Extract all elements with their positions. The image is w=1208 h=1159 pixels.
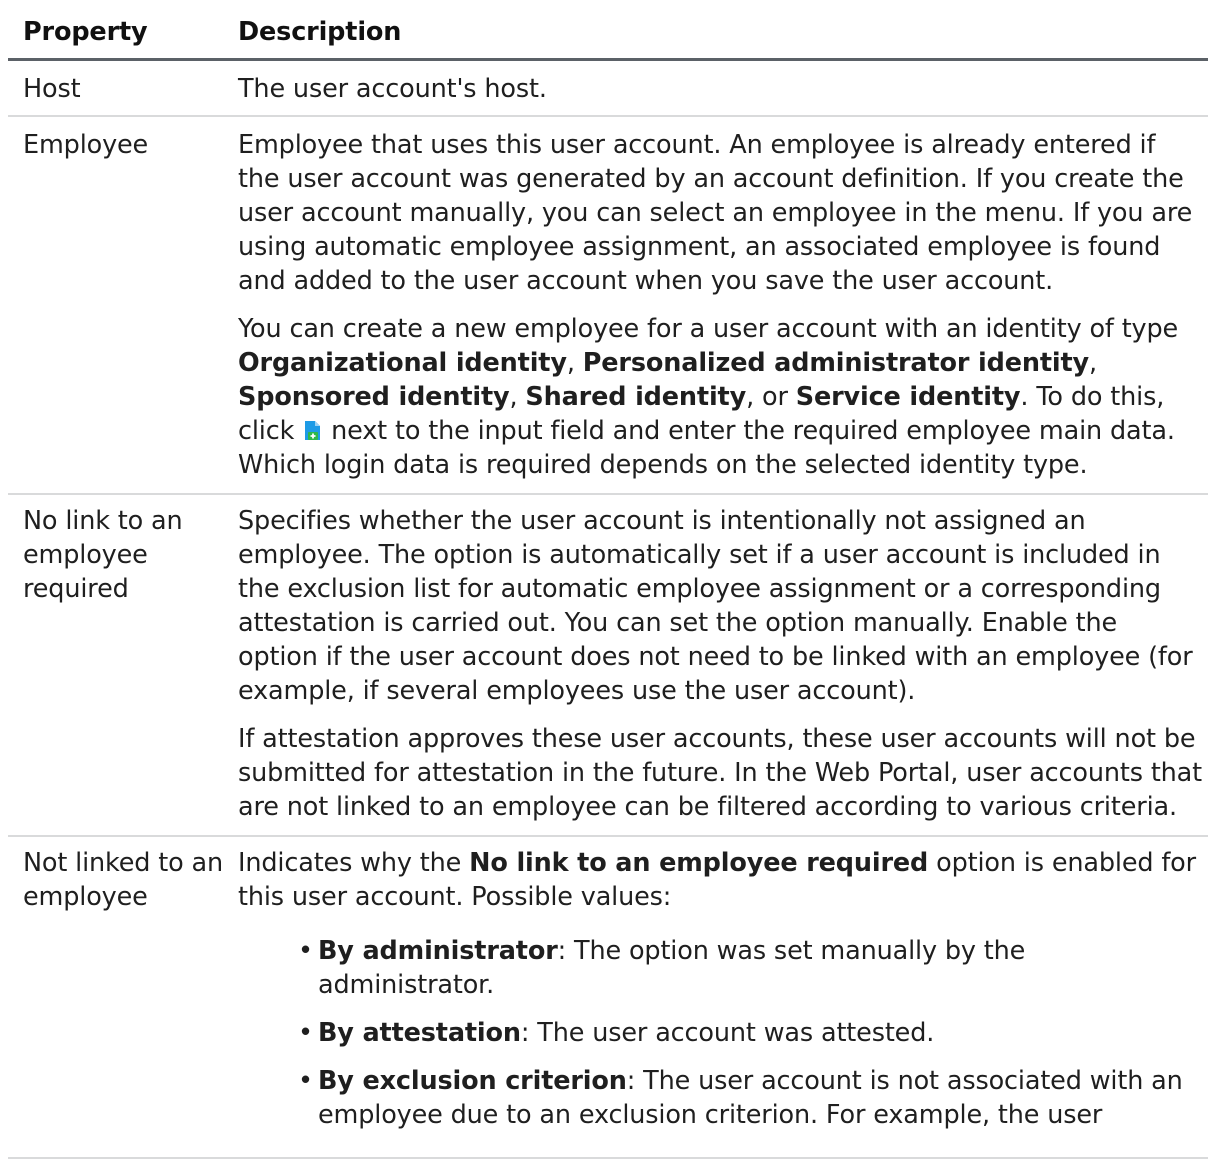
property-no-link: No link to an employee required xyxy=(23,506,183,604)
description-not-linked: Indicates why the No link to an employee… xyxy=(238,837,1208,1157)
option-name: No link to an employee required xyxy=(469,848,929,878)
description-paragraph: Specifies whether the user account is in… xyxy=(238,506,1193,706)
table-row-employee: Employee Employee that uses this user ac… xyxy=(8,117,1208,495)
list-item: By exclusion criterion: The user account… xyxy=(298,1064,1204,1132)
header-property: Property xyxy=(23,17,148,47)
text-run: next to the input field and enter the re… xyxy=(238,416,1175,480)
add-employee-icon xyxy=(305,421,321,440)
value-term: By administrator xyxy=(318,936,558,966)
list-item: By administrator: The option was set man… xyxy=(298,934,1204,1002)
list-item: By attestation: The user account was att… xyxy=(298,1016,1204,1050)
value-term: By attestation xyxy=(318,1018,521,1048)
text-run: , xyxy=(566,348,583,378)
description-no-link: Specifies whether the user account is in… xyxy=(238,495,1208,835)
identity-type-service: Service identity xyxy=(795,382,1021,412)
description-paragraph: Employee that uses this user account. An… xyxy=(238,130,1193,296)
identity-type-shared: Shared identity xyxy=(525,382,747,412)
property-host: Host xyxy=(23,74,81,104)
property-employee: Employee xyxy=(23,130,149,160)
text-run: Indicates why the xyxy=(238,848,470,878)
header-description: Description xyxy=(238,17,402,47)
text-run: , or xyxy=(746,382,796,412)
description-employee: Employee that uses this user account. An… xyxy=(238,117,1208,493)
description-paragraph: Indicates why the No link to an employee… xyxy=(238,846,1204,914)
text-run: , xyxy=(1089,348,1098,378)
identity-type-organizational: Organizational identity xyxy=(238,348,567,378)
description-host: The user account's host. xyxy=(238,61,1208,115)
table-header: Property Description xyxy=(8,0,1208,61)
text-run: , xyxy=(509,382,526,412)
description-paragraph: The user account's host. xyxy=(238,74,547,104)
identity-type-personalized-admin: Personalized administrator identity xyxy=(582,348,1090,378)
value-text: : The user account was attested. xyxy=(520,1018,935,1048)
description-paragraph: If attestation approves these user accou… xyxy=(238,724,1203,822)
possible-values-list: By administrator: The option was set man… xyxy=(238,934,1204,1132)
table-row-not-linked: Not linked to an employee Indicates why … xyxy=(8,837,1208,1159)
property-table: Property Description Host The user accou… xyxy=(8,0,1208,1159)
property-not-linked: Not linked to an employee xyxy=(23,848,224,912)
identity-type-sponsored: Sponsored identity xyxy=(238,382,510,412)
table-row-no-link: No link to an employee required Specifie… xyxy=(8,495,1208,837)
table-row-host: Host The user account's host. xyxy=(8,61,1208,117)
text-run: You can create a new employee for a user… xyxy=(238,314,1179,344)
description-paragraph: You can create a new employee for a user… xyxy=(238,312,1204,482)
value-term: By exclusion criterion xyxy=(318,1066,627,1096)
